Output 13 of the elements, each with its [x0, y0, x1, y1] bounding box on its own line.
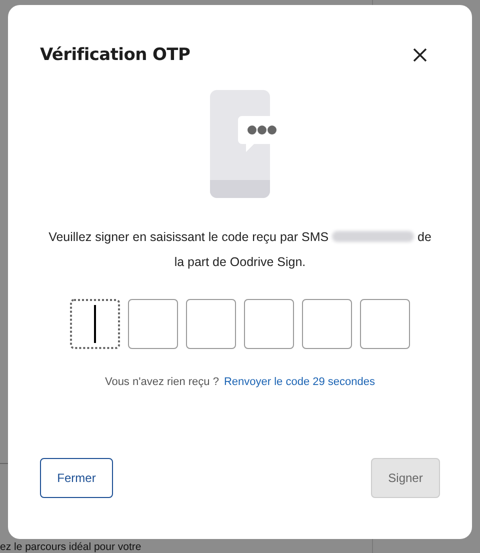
resend-link[interactable]: Renvoyer le code 29 secondes [224, 376, 376, 388]
close-icon[interactable] [412, 47, 428, 63]
resend-prompt: Vous n'avez rien reçu ? [104, 376, 219, 388]
digit-input[interactable] [70, 299, 120, 349]
instruction-text: Veuillez signer en saisissant le code reçu par SMS de la part de Oodrive Sign. [48, 229, 432, 271]
digit-input[interactable] [186, 299, 236, 349]
digit-input[interactable] [128, 299, 178, 349]
background-text: ez le parcours idéal pour votre [0, 541, 142, 553]
digit-input[interactable] [302, 299, 352, 349]
close-button[interactable]: Fermer [40, 458, 113, 498]
digit-input[interactable] [244, 299, 294, 349]
digit-input[interactable] [360, 299, 410, 349]
dialog-title: Vérification OTP [40, 45, 190, 65]
